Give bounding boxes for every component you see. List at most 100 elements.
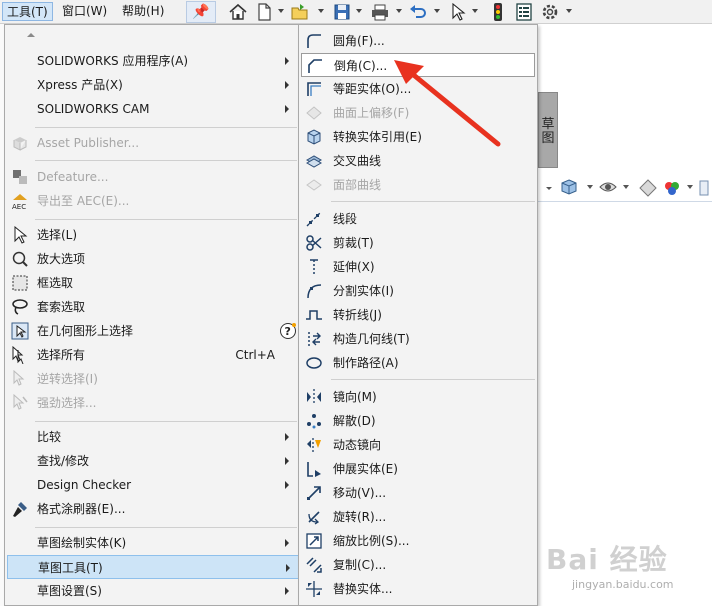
options-gear-icon[interactable] [540, 2, 560, 22]
appearance-icon[interactable] [638, 178, 658, 198]
print-dropdown-icon[interactable] [396, 9, 402, 13]
submenu-item-mirror[interactable]: 镜向(M) [299, 385, 537, 409]
menu-item-find-modify[interactable]: 查找/修改 [5, 449, 299, 473]
menu-item-sketch-settings[interactable]: 草图设置(S) [5, 579, 299, 603]
submenu-item-scale[interactable]: 缩放比例(S)... [299, 529, 537, 553]
convert-entities-icon [307, 129, 321, 145]
submenu-arrow-icon [285, 105, 289, 113]
submenu-separator [331, 201, 535, 202]
submenu-item-stretch-entities[interactable]: 伸展实体(E) [299, 457, 537, 481]
scene-icon[interactable] [662, 178, 682, 198]
submenu-arrow-icon [285, 81, 289, 89]
file-properties-icon[interactable] [514, 2, 534, 22]
tools-menu: SOLIDWORKS 应用程序(A) Xpress 产品(X) SOLIDWOR… [4, 24, 300, 606]
menu-item-select-over-geometry[interactable]: 在几何图形上选择 ? [5, 319, 299, 343]
home-icon[interactable] [228, 2, 248, 22]
submenu-item-label: 构造几何线(T) [333, 332, 410, 346]
copy-icon [306, 557, 322, 573]
submenu-arrow-icon [285, 539, 289, 547]
menu-item-label: Design Checker [37, 478, 132, 492]
submenu-item-dissolve[interactable]: 解散(D) [299, 409, 537, 433]
menu-help[interactable]: 帮助(H) [118, 2, 168, 21]
menu-item-magnify-select[interactable]: 放大选项 [5, 247, 299, 271]
menu-item-xpress-products[interactable]: Xpress 产品(X) [5, 73, 299, 97]
undo-dropdown-icon[interactable] [434, 9, 440, 13]
select-all-icon [12, 346, 24, 364]
menu-separator [35, 127, 297, 128]
menu-item-box-select[interactable]: 框选取 [5, 271, 299, 295]
pin-menu-icon[interactable]: 📌 [186, 1, 216, 23]
save-dropdown-icon[interactable] [356, 9, 362, 13]
menu-item-label: 导出至 AEC(E)... [37, 194, 130, 208]
svg-text:?: ? [285, 325, 291, 338]
save-icon[interactable] [332, 2, 352, 22]
submenu-item-fillet[interactable]: 圆角(F)... [299, 29, 537, 53]
menu-separator [35, 527, 297, 528]
menu-item-sketch-entities[interactable]: 草图绘制实体(K) [5, 531, 299, 555]
submenu-item-move[interactable]: 移动(V)... [299, 481, 537, 505]
segment-icon [306, 211, 322, 227]
submenu-item-jog-line[interactable]: 转折线(J) [299, 303, 537, 327]
submenu-item-make-path[interactable]: 制作路径(A) [299, 351, 537, 375]
scene-dropdown-icon[interactable] [686, 183, 694, 191]
rotate-icon [308, 511, 320, 525]
menu-item-design-checker[interactable]: Design Checker [5, 473, 299, 497]
menu-item-select-all[interactable]: 选择所有 Ctrl+A [5, 343, 299, 367]
select-pointer-icon[interactable] [448, 2, 468, 22]
submenu-item-construction-geometry[interactable]: 构造几何线(T) [299, 327, 537, 351]
menu-item-sketch-tools[interactable]: 草图工具(T) [7, 555, 299, 579]
submenu-item-dynamic-mirror[interactable]: 动态镜向 [299, 433, 537, 457]
select-dropdown-icon[interactable] [472, 9, 478, 13]
rebuild-traffic-light-icon[interactable] [488, 2, 508, 22]
new-dropdown-icon[interactable] [278, 9, 284, 13]
menu-item-power-select: 强劲选择... [5, 391, 299, 415]
submenu-item-copy[interactable]: 复制(C)... [299, 553, 537, 577]
invert-select-icon [13, 370, 25, 386]
submenu-arrow-icon [285, 481, 289, 489]
fillet-icon [307, 34, 321, 48]
menu-item-lasso-select[interactable]: 套索选取 [5, 295, 299, 319]
lasso-select-icon [12, 299, 28, 315]
submenu-item-trim[interactable]: 剪裁(T) [299, 231, 537, 255]
menu-item-label: 框选取 [37, 276, 74, 290]
move-icon [307, 486, 321, 500]
submenu-item-rotate[interactable]: 旋转(R)... [299, 505, 537, 529]
submenu-separator [331, 379, 535, 380]
display-dropdown-icon[interactable] [586, 183, 594, 191]
menu-item-format-painter[interactable]: 格式涂刷器(E)... [5, 497, 299, 521]
watermark-logo-text: Bai 经验 [546, 543, 668, 576]
display-style-cube-icon[interactable] [560, 178, 578, 196]
menu-item-asset-publisher: Asset Publisher... [5, 131, 299, 155]
hide-show-eye-icon[interactable] [598, 179, 618, 195]
menu-item-solidworks-cam[interactable]: SOLIDWORKS CAM [5, 97, 299, 121]
menu-tools[interactable]: 工具(T) [2, 2, 53, 21]
help-question-icon[interactable]: ? [279, 322, 297, 340]
menu-item-invert-select: 逆转选择(I) [5, 367, 299, 391]
submenu-item-label: 制作路径(A) [333, 356, 399, 370]
print-icon[interactable] [370, 2, 390, 22]
view-settings-icon[interactable] [698, 179, 710, 197]
open-folder-icon[interactable] [290, 2, 310, 22]
submenu-item-extend[interactable]: 延伸(X) [299, 255, 537, 279]
submenu-item-face-curves: 面部曲线 [299, 173, 537, 197]
replace-entity-icon [306, 581, 322, 597]
offset-on-surface-icon [306, 106, 322, 120]
submenu-item-label: 线段 [333, 212, 358, 226]
submenu-item-replace-entity[interactable]: 替换实体... [299, 577, 537, 601]
menu-item-solidworks-applications[interactable]: SOLIDWORKS 应用程序(A) [5, 49, 299, 73]
menu-window[interactable]: 窗口(W) [58, 2, 111, 21]
watermark-url: jingyan.baidu.com [572, 578, 674, 591]
menu-item-compare[interactable]: 比较 [5, 425, 299, 449]
undo-icon[interactable] [408, 2, 428, 22]
headsup-dropdown-icon[interactable] [544, 181, 554, 195]
hide-show-dropdown-icon[interactable] [622, 183, 630, 191]
submenu-item-intersection-curve[interactable]: 交叉曲线 [299, 149, 537, 173]
new-document-icon[interactable] [254, 2, 274, 22]
open-dropdown-icon[interactable] [318, 9, 324, 13]
menu-item-select[interactable]: 选择(L) [5, 223, 299, 247]
submenu-item-split-entities[interactable]: 分割实体(I) [299, 279, 537, 303]
options-dropdown-icon[interactable] [566, 9, 572, 13]
menu-scroll-up-icon[interactable] [27, 33, 35, 37]
submenu-item-segment[interactable]: 线段 [299, 207, 537, 231]
submenu-item-label: 交叉曲线 [333, 154, 382, 168]
